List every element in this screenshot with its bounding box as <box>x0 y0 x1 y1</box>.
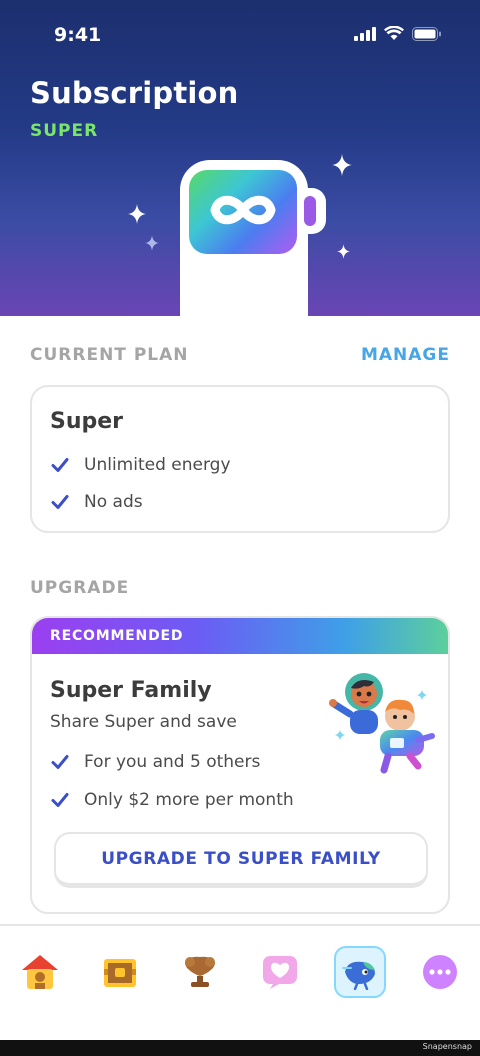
super-family-subtitle: Share Super and save <box>50 712 237 732</box>
battery-icon <box>412 26 441 41</box>
sparkle-icon <box>337 244 350 259</box>
current-plan-heading: CURRENT PLAN <box>30 345 189 365</box>
status-bar: 9:41 <box>0 0 480 70</box>
more-icon <box>423 955 457 989</box>
super-family-title: Super Family <box>50 678 212 703</box>
home-icon <box>22 955 58 989</box>
watermark-strip: Snapensnap <box>0 1040 480 1056</box>
page-title: Subscription <box>30 76 239 110</box>
watermark-text: Snapensnap <box>422 1042 472 1051</box>
treasure-chest-icon <box>104 959 136 987</box>
nav-home[interactable] <box>14 946 66 998</box>
status-time: 9:41 <box>54 24 102 46</box>
feature-item: Only $2 more per month <box>50 790 294 810</box>
heart-icon <box>263 956 297 989</box>
bottom-navigation <box>0 924 480 1040</box>
current-plan-title: Super <box>50 409 124 434</box>
nav-super[interactable] <box>334 946 386 998</box>
feature-text: Only $2 more per month <box>84 790 294 810</box>
sparkle-icon <box>332 154 352 176</box>
battery-tab-inner <box>304 196 316 226</box>
nav-chest[interactable] <box>94 946 146 998</box>
recommended-ribbon: RECOMMENDED <box>32 618 448 654</box>
check-icon <box>51 458 69 472</box>
upgrade-super-family-button[interactable]: UPGRADE TO SUPER FAMILY <box>54 832 428 888</box>
family-characters-icon <box>329 673 435 774</box>
wifi-icon <box>384 26 404 40</box>
feature-item: Unlimited energy <box>50 455 231 475</box>
trophy-icon <box>185 956 215 987</box>
feature-text: No ads <box>84 492 143 512</box>
feature-text: For you and 5 others <box>84 752 261 772</box>
super-character-icon <box>342 961 375 990</box>
manage-button[interactable]: MANAGE <box>361 345 450 365</box>
sparkle-icon <box>128 204 146 224</box>
recommended-label: RECOMMENDED <box>50 628 184 644</box>
feature-item: For you and 5 others <box>50 752 260 772</box>
cellular-signal-icon <box>354 26 376 41</box>
nav-health[interactable] <box>254 946 306 998</box>
nav-leaderboard[interactable] <box>174 946 226 998</box>
feature-text: Unlimited energy <box>84 455 231 475</box>
subscription-header: 9:41 Subscription SUPER <box>0 0 480 316</box>
feature-item: No ads <box>50 492 143 512</box>
upgrade-heading: UPGRADE <box>30 578 130 598</box>
current-plan-card: Super Unlimited energy No ads <box>30 385 450 533</box>
check-icon <box>51 755 69 769</box>
sparkle-icon <box>145 235 159 251</box>
status-icons <box>354 26 442 41</box>
infinity-icon <box>210 195 276 225</box>
plan-tag: SUPER <box>30 121 99 141</box>
super-family-card: RECOMMENDED Super Family Share Super and… <box>30 616 450 914</box>
check-icon <box>51 495 69 509</box>
nav-more[interactable] <box>414 946 466 998</box>
check-icon <box>51 793 69 807</box>
